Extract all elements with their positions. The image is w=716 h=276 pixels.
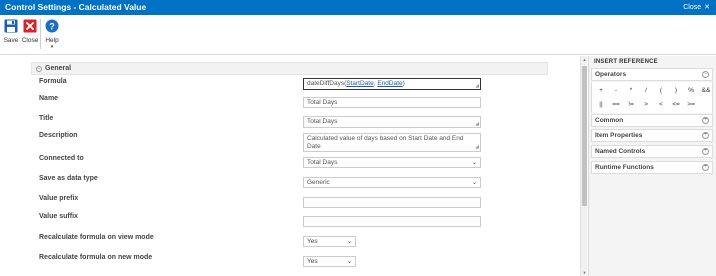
description-label: Description bbox=[39, 132, 78, 139]
formula-label: Formula bbox=[39, 78, 67, 85]
value-suffix-label: Value suffix bbox=[39, 213, 78, 220]
operator-button[interactable]: && bbox=[700, 87, 712, 94]
chevron-down-icon: ⌄ bbox=[346, 239, 352, 245]
formula-ref-enddate[interactable]: EndDate bbox=[377, 80, 402, 87]
ribbon-divider bbox=[40, 19, 41, 49]
section-general-header[interactable]: − General bbox=[31, 62, 548, 75]
close-x-icon: ✕ bbox=[704, 4, 710, 11]
value-suffix-input[interactable] bbox=[303, 216, 481, 227]
resize-grip-icon[interactable]: ◢ bbox=[475, 121, 479, 127]
resize-grip-icon[interactable]: ◢ bbox=[475, 83, 479, 89]
collapse-icon: − bbox=[702, 71, 709, 78]
operator-button[interactable]: < bbox=[655, 101, 667, 108]
close-link[interactable]: Close ✕ bbox=[683, 3, 710, 12]
operator-button[interactable]: ( bbox=[655, 87, 667, 94]
operator-button[interactable]: ) bbox=[670, 87, 682, 94]
operator-button[interactable]: == bbox=[610, 101, 622, 108]
close-button[interactable]: Close bbox=[21, 19, 39, 44]
save-as-type-label: Save as data type bbox=[39, 175, 98, 182]
operator-button[interactable]: - bbox=[610, 87, 622, 94]
operators-label: Operators bbox=[595, 71, 627, 78]
operator-button[interactable]: != bbox=[625, 101, 637, 108]
formula-ref-startdate[interactable]: StartDate bbox=[346, 80, 373, 87]
operator-button[interactable]: / bbox=[640, 87, 652, 94]
window-title: Control Settings - Calculated Value bbox=[5, 2, 147, 12]
accordion-named-controls[interactable]: Named Controls + bbox=[591, 145, 713, 158]
resize-grip-icon[interactable]: ◢ bbox=[475, 143, 479, 151]
help-button-label: Help bbox=[45, 37, 59, 44]
formula-prefix: dateDiffDays( bbox=[307, 80, 347, 87]
save-as-type-value: Generic bbox=[307, 179, 330, 186]
accordion-common[interactable]: Common + bbox=[591, 114, 713, 127]
operator-button[interactable]: + bbox=[595, 87, 607, 94]
named-controls-label: Named Controls bbox=[595, 148, 646, 155]
scroll-up-icon[interactable]: ▲ bbox=[581, 57, 588, 62]
operator-button[interactable]: || bbox=[595, 101, 607, 108]
connected-to-label: Connected to bbox=[39, 155, 84, 162]
connected-to-value: Total Days bbox=[307, 159, 338, 166]
expand-icon: + bbox=[702, 164, 709, 171]
title-label: Title bbox=[39, 115, 54, 122]
floppy-disk-icon bbox=[4, 19, 18, 33]
operator-button[interactable]: * bbox=[625, 87, 637, 94]
value-prefix-input[interactable] bbox=[303, 197, 481, 208]
title-bar: Control Settings - Calculated Value Clos… bbox=[0, 0, 716, 15]
recalc-view-select[interactable]: Yes ⌄ bbox=[303, 236, 356, 247]
section-title: General bbox=[45, 65, 72, 72]
formula-suffix: ) bbox=[402, 80, 405, 87]
title-input[interactable]: Total Days ◢ bbox=[303, 116, 481, 128]
expand-icon: + bbox=[702, 132, 709, 139]
help-button[interactable]: ? Help ▾ bbox=[43, 19, 61, 50]
close-link-label: Close bbox=[683, 3, 702, 11]
help-icon: ? bbox=[45, 19, 59, 33]
form-area bbox=[0, 56, 576, 276]
runtime-functions-label: Runtime Functions bbox=[595, 164, 654, 171]
name-label: Name bbox=[39, 95, 59, 102]
accordion-operators[interactable]: Operators − bbox=[591, 68, 713, 81]
save-as-type-select[interactable]: Generic ⌄ bbox=[303, 177, 481, 188]
recalc-new-label: Recalculate formula on new mode bbox=[39, 254, 153, 261]
chevron-down-icon: ⌄ bbox=[346, 259, 352, 265]
operator-button[interactable]: > bbox=[640, 101, 652, 108]
operators-grid: + - * /()% && || == != > < <= >= bbox=[591, 82, 713, 113]
scroll-down-icon[interactable]: ▼ bbox=[581, 270, 588, 275]
title-input-text: Total Days bbox=[307, 118, 338, 125]
expand-icon: + bbox=[702, 117, 709, 124]
recalc-view-label: Recalculate formula on view mode bbox=[39, 234, 154, 241]
operator-button[interactable]: % bbox=[685, 87, 697, 94]
description-input[interactable]: Calculated value of days based on Start … bbox=[303, 133, 481, 152]
common-label: Common bbox=[595, 117, 624, 124]
chevron-down-icon: ⌄ bbox=[471, 160, 477, 166]
name-input[interactable]: Total Days bbox=[303, 97, 481, 108]
save-button[interactable]: Save bbox=[2, 19, 20, 44]
item-properties-label: Item Properties bbox=[595, 132, 643, 139]
description-input-text: Calculated value of days based on Start … bbox=[307, 135, 464, 150]
value-prefix-label: Value prefix bbox=[39, 195, 79, 202]
operator-button[interactable]: <= bbox=[670, 101, 682, 108]
recalc-new-select[interactable]: Yes ⌄ bbox=[303, 256, 356, 267]
operator-button[interactable]: >= bbox=[685, 101, 697, 108]
close-button-label: Close bbox=[21, 37, 39, 44]
ribbon-toolbar: Save Close ? Help ▾ bbox=[0, 15, 716, 55]
collapse-icon: − bbox=[36, 65, 42, 72]
help-caret-icon[interactable]: ▾ bbox=[43, 44, 61, 50]
panel-title: INSERT REFERENCE bbox=[594, 59, 658, 65]
chevron-down-icon: ⌄ bbox=[471, 180, 477, 186]
close-icon bbox=[23, 19, 37, 33]
svg-text:?: ? bbox=[49, 21, 55, 31]
vertical-scrollbar[interactable]: ▲ ▼ bbox=[580, 56, 587, 276]
recalc-new-value: Yes bbox=[307, 258, 318, 265]
expand-icon: + bbox=[702, 148, 709, 155]
connected-to-select[interactable]: Total Days ⌄ bbox=[303, 157, 481, 168]
accordion-runtime-functions[interactable]: Runtime Functions + bbox=[591, 161, 713, 174]
recalc-view-value: Yes bbox=[307, 238, 318, 245]
save-button-label: Save bbox=[3, 37, 19, 44]
accordion-item-properties[interactable]: Item Properties + bbox=[591, 129, 713, 142]
scrollbar-thumb[interactable] bbox=[582, 66, 587, 206]
formula-input[interactable]: dateDiffDays(StartDate, EndDate) ◢ bbox=[303, 78, 481, 90]
